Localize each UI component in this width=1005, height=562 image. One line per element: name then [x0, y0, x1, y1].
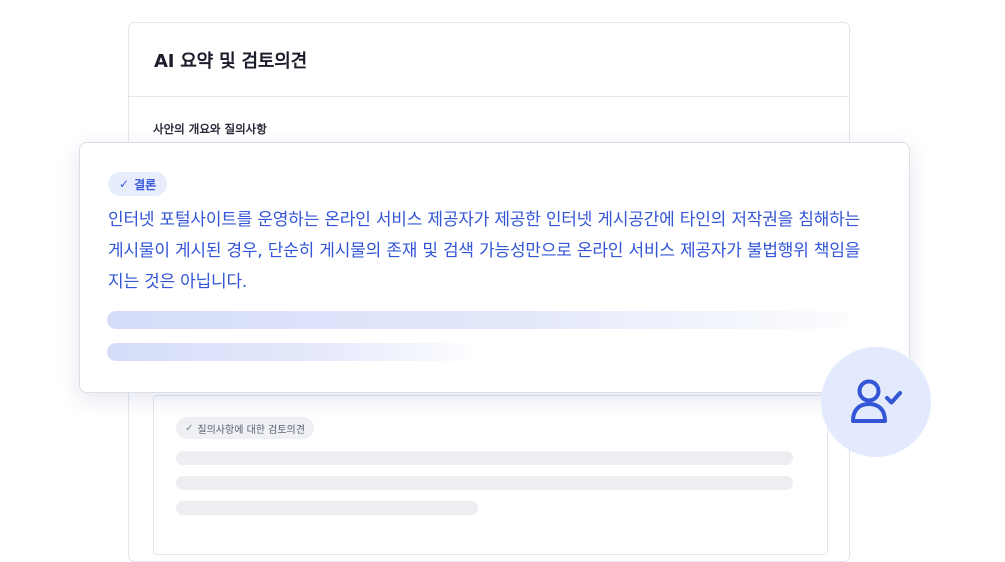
conclusion-text: 인터넷 포털사이트를 운영하는 온라인 서비스 제공자가 제공한 인터넷 게시공…: [108, 210, 861, 292]
opinion-chip-label: 질의사항에 대한 검토의견: [197, 424, 305, 436]
conclusion-chip-label: 결론: [134, 177, 157, 192]
review-opinion-box: ✓ 질의사항에 대한 검토의견: [153, 395, 828, 555]
check-icon: ✓: [119, 177, 130, 191]
user-check-icon: [851, 379, 902, 423]
placeholder-line: [107, 343, 477, 361]
conclusion-card: ✓ 결론 인터넷 포털사이트를 운영하는 온라인 서비스 제공자가 제공한 인터…: [79, 142, 910, 393]
opinion-chip: ✓ 질의사항에 대한 검토의견: [176, 417, 314, 439]
placeholder-line: [107, 311, 849, 329]
placeholder-line: [176, 451, 793, 465]
reviewer-avatar-badge: [821, 347, 931, 457]
check-icon: ✓: [185, 422, 194, 434]
review-card-title: AI 요약 및 검토의견: [154, 50, 307, 72]
review-card-header: AI 요약 및 검토의견: [129, 23, 849, 97]
section-label: 사안의 개요와 질의사항: [153, 122, 267, 136]
conclusion-chip: ✓ 결론: [108, 172, 168, 196]
placeholder-line: [176, 476, 793, 490]
placeholder-line: [176, 501, 478, 515]
